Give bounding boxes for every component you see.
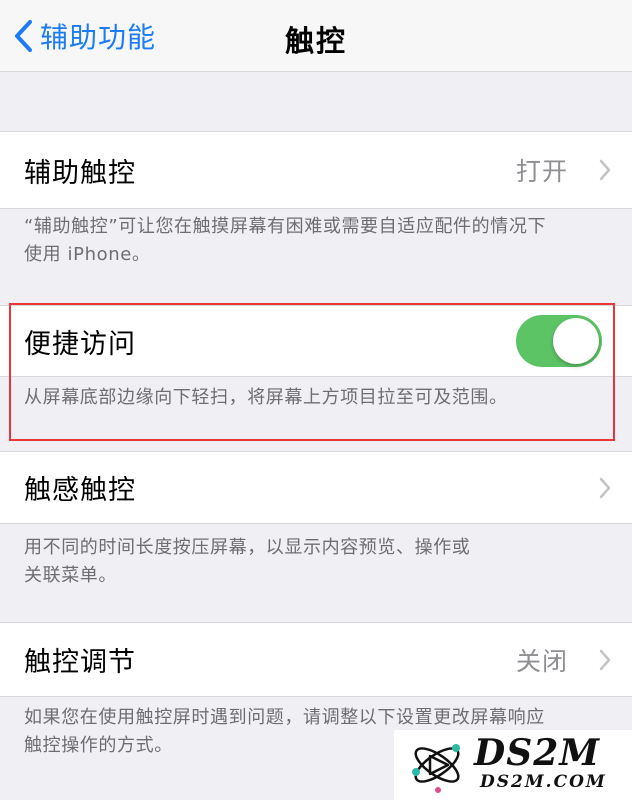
navigation-bar: 辅助功能 触控 <box>0 0 632 72</box>
assistive-touch-description: “辅助触控”可让您在触摸屏幕有困难或需要自适应配件的情况下 使用 iPhone。 <box>24 216 547 265</box>
reachability-description: 从屏幕底部边缘向下轻扫，将屏幕上方项目拉至可及范围。 <box>24 387 508 408</box>
page-title: 触控 <box>284 24 347 58</box>
toggle-knob <box>553 318 599 364</box>
haptic-touch-description: 用不同的时间长度按压屏幕，以显示内容预览、操作或 关联菜单。 <box>24 537 471 586</box>
reachability-row: 便捷访问 <box>0 305 632 377</box>
reachability-label: 便捷访问 <box>24 328 136 360</box>
touch-accommodations-row[interactable]: 触控调节 关闭 <box>0 622 632 697</box>
touch-accommodations-label: 触控调节 <box>24 647 136 678</box>
reachability-toggle[interactable] <box>516 315 602 367</box>
touch-accommodations-value: 关闭 <box>515 646 568 676</box>
assistive-touch-value: 打开 <box>515 157 568 186</box>
assistive-touch-label: 辅助触控 <box>24 157 136 189</box>
atom-logo-icon <box>412 744 460 793</box>
watermark-brand: DS2M <box>474 732 601 774</box>
assistive-touch-row[interactable]: 辅助触控 打开 <box>0 131 632 209</box>
chevron-right-icon <box>599 649 611 670</box>
haptic-touch-label: 触感触控 <box>24 475 136 506</box>
watermark: DS2M DS2M.COM <box>394 730 632 800</box>
chevron-right-icon <box>599 477 611 498</box>
watermark-domain: DS2M.COM <box>480 772 607 792</box>
chevron-right-icon <box>599 159 611 181</box>
haptic-touch-row[interactable]: 触感触控 <box>0 451 632 524</box>
